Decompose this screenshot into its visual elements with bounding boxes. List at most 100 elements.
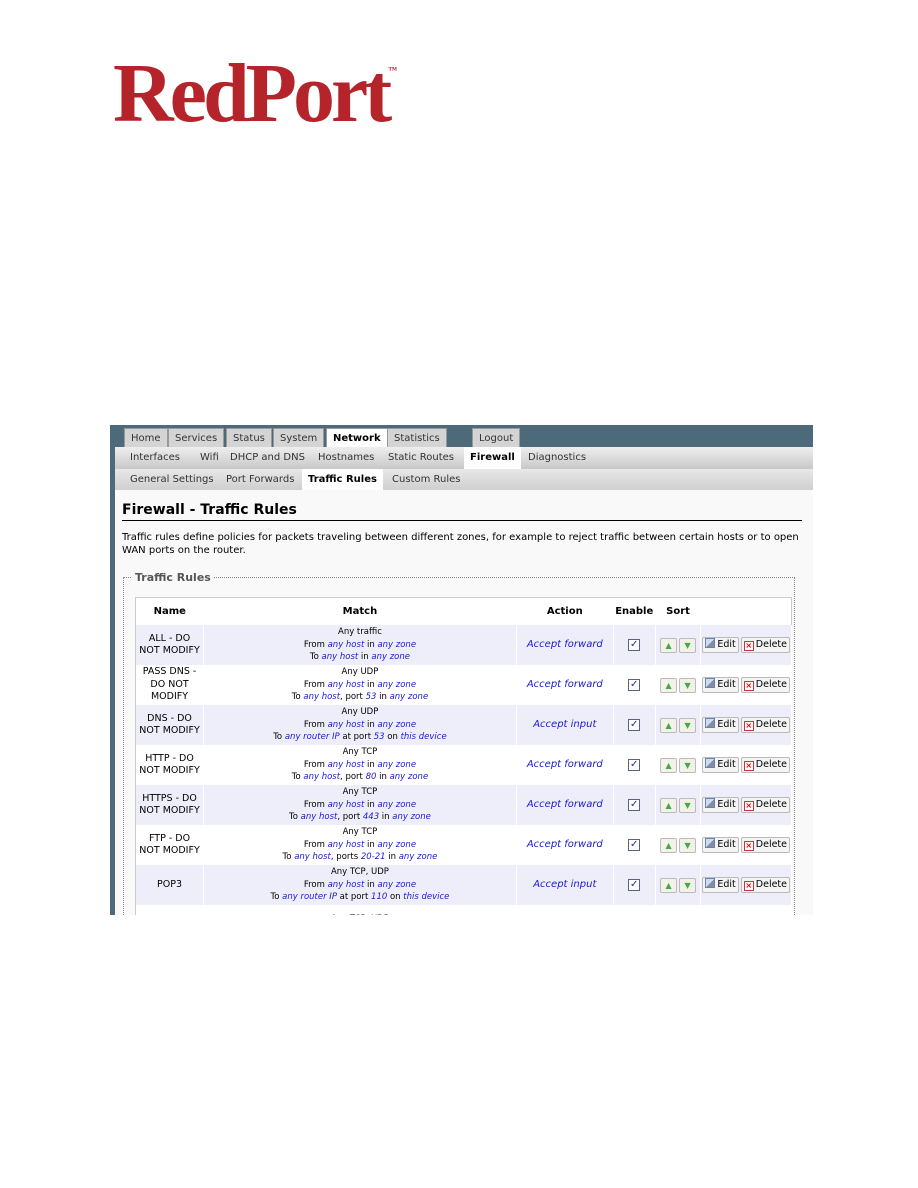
move-up-icon[interactable]: ▲ [660, 677, 678, 693]
traffic-rules-table: Name Match Action Enable Sort ALL - DO N… [135, 597, 792, 915]
tab-traffic-rules[interactable]: Traffic Rules [302, 469, 383, 490]
sort-cell: ▲▼ [655, 785, 702, 825]
enable-cell: ✓ [613, 825, 656, 865]
edit-button[interactable]: Edit [702, 877, 739, 893]
table-row: HTTPS - DO NOT MODIFY Any TCP From any ho… [135, 785, 792, 825]
move-up-icon[interactable]: ▲ [660, 757, 678, 773]
rule-match: Any traffic From any host in any zone To a… [203, 625, 517, 665]
enable-checkbox[interactable]: ✓ [628, 758, 641, 771]
edit-button[interactable]: Edit [702, 677, 739, 693]
actions-cell: Edit×Delete [700, 785, 792, 825]
edit-icon [705, 758, 716, 768]
move-up-icon[interactable]: ▲ [660, 877, 678, 893]
router-admin-screenshot: Home Services Status System Network Statistic… [110, 425, 813, 915]
tab-diagnostics[interactable]: Diagnostics [522, 447, 592, 469]
tab-network[interactable]: Network [326, 428, 388, 447]
enable-cell: ✓ [613, 785, 656, 825]
delete-icon: × [743, 641, 754, 651]
enable-checkbox[interactable]: ✓ [628, 638, 641, 651]
table-row: DNS - DO NOT MODIFY Any UDP From any host… [135, 705, 792, 745]
actions-cell: Edit×Delete [700, 625, 792, 665]
match-line: Any TCP [342, 787, 378, 798]
rule-match: Any TCP, UDP From any host in any zone To … [203, 865, 517, 905]
enable-checkbox[interactable]: ✓ [628, 878, 641, 891]
rule-name: DNS - DO NOT MODIFY [135, 705, 205, 745]
move-down-icon[interactable]: ▼ [679, 797, 697, 813]
match-line: From any host in any zone [303, 719, 417, 730]
move-down-icon[interactable]: ▼ [679, 757, 697, 773]
rule-action: Accept forward [516, 745, 614, 785]
move-down-icon[interactable]: ▼ [679, 677, 697, 693]
tab-system[interactable]: System [273, 428, 325, 447]
page-title: Firewall - Traffic Rules [122, 502, 802, 521]
actions-cell: Edit×Delete [700, 705, 792, 745]
delete-button[interactable]: × Delete [740, 797, 790, 813]
table-row: POP3 Any TCP, UDP From any host in any zo… [135, 865, 792, 905]
sort-cell: ▲▼ [655, 705, 702, 745]
edit-button[interactable]: Edit [702, 717, 739, 733]
enable-checkbox[interactable]: ✓ [628, 798, 641, 811]
match-line: Any TCP [342, 827, 378, 838]
tab-custom-rules[interactable]: Custom Rules [386, 469, 466, 490]
delete-button[interactable]: × Delete [740, 677, 790, 693]
tab-logout[interactable]: Logout [472, 428, 521, 447]
tab-statistics[interactable]: Statistics [387, 428, 447, 447]
edit-button[interactable]: Edit [702, 757, 739, 773]
rule-name: POP3 [135, 865, 205, 905]
match-line: To any host, port 443 in any zone [289, 812, 431, 823]
delete-button[interactable]: × Delete [740, 837, 790, 853]
move-up-icon[interactable]: ▲ [660, 797, 678, 813]
section-legend: Traffic Rules [135, 571, 211, 584]
tab-firewall[interactable]: Firewall [464, 447, 521, 469]
move-down-icon[interactable]: ▼ [679, 637, 697, 653]
rule-action: Accept input [516, 905, 614, 915]
rule-action: Accept forward [516, 825, 614, 865]
tab-status[interactable]: Status [226, 428, 272, 447]
delete-icon: × [743, 841, 754, 851]
actions-cell: Edit×Delete [700, 745, 792, 785]
rule-action: Accept input [516, 865, 614, 905]
rule-match: Any TCP, UDPFrom any host in any zone [203, 905, 517, 915]
match-line: To any router IP at port 110 on this dev… [270, 892, 450, 903]
tab-hostnames[interactable]: Hostnames [312, 447, 380, 469]
move-up-icon[interactable]: ▲ [660, 717, 678, 733]
traffic-rules-section: Traffic Rules Name Match Action Enable S… [123, 571, 795, 915]
col-sort: Sort [666, 606, 690, 617]
match-line: To any host in any zone [309, 652, 410, 663]
enable-cell: ✓ [613, 865, 656, 905]
edit-icon [705, 638, 716, 648]
delete-button[interactable]: × Delete [740, 717, 790, 733]
edit-button[interactable]: Edit [702, 837, 739, 853]
move-down-icon[interactable]: ▼ [679, 717, 697, 733]
move-down-icon[interactable]: ▼ [679, 877, 697, 893]
edit-button[interactable]: Edit [702, 797, 739, 813]
delete-button[interactable]: × Delete [740, 877, 790, 893]
enable-cell: ✓ [613, 705, 656, 745]
tab-general-settings[interactable]: General Settings [124, 469, 220, 490]
tab-services[interactable]: Services [168, 428, 225, 447]
match-line: Any UDP [341, 667, 379, 678]
tab-port-forwards[interactable]: Port Forwards [220, 469, 300, 490]
delete-button[interactable]: × Delete [740, 637, 790, 653]
edit-icon [705, 798, 716, 808]
tab-dhcp-and-dns[interactable]: DHCP and DNS [224, 447, 311, 469]
tab-interfaces[interactable]: Interfaces [124, 447, 186, 469]
rule-action: Accept forward [516, 625, 614, 665]
tab-wifi[interactable]: Wifi [194, 447, 225, 469]
enable-checkbox[interactable]: ✓ [628, 718, 641, 731]
tab-home[interactable]: Home [124, 428, 168, 447]
enable-checkbox[interactable]: ✓ [628, 838, 641, 851]
tab-static-routes[interactable]: Static Routes [382, 447, 460, 469]
delete-button[interactable]: × Delete [740, 757, 790, 773]
move-up-icon[interactable]: ▲ [660, 837, 678, 853]
move-up-icon[interactable]: ▲ [660, 637, 678, 653]
match-line: From any host in any zone [303, 759, 417, 770]
section-nav: General Settings Port Forwards Traffic Rul… [115, 469, 813, 490]
rule-name: ALL - DO NOT MODIFY [135, 625, 205, 665]
enable-cell: ✓ [613, 745, 656, 785]
sort-cell: ▲▼ [655, 665, 702, 705]
col-match: Match [342, 606, 378, 617]
enable-checkbox[interactable]: ✓ [628, 678, 641, 691]
edit-button[interactable]: Edit [702, 637, 739, 653]
move-down-icon[interactable]: ▼ [679, 837, 697, 853]
